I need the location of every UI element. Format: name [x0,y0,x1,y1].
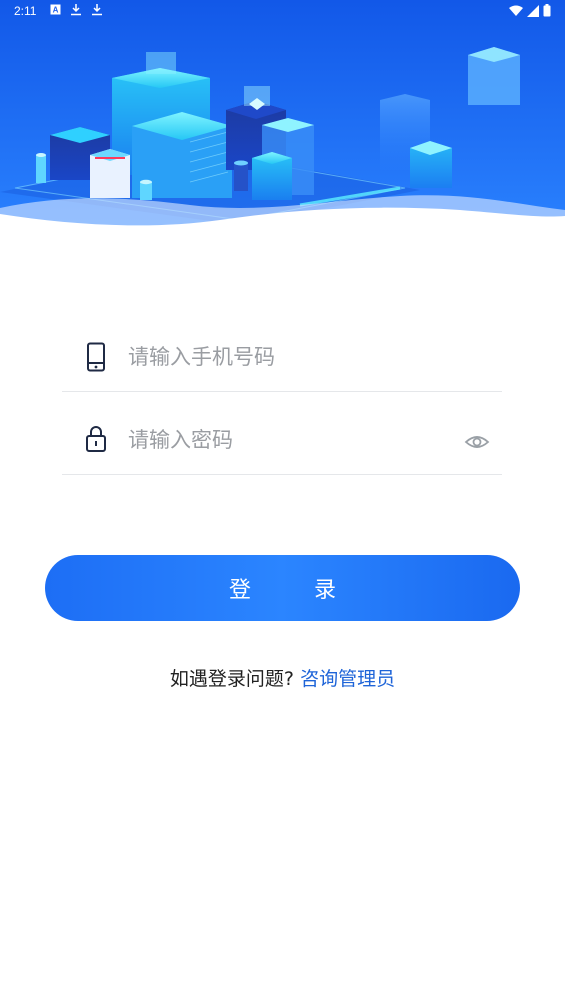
signal-icon [527,4,539,17]
status-bar: 2:11 A [0,0,565,24]
status-notification-icons: A [50,3,103,16]
download-icon [71,4,81,16]
lock-icon [86,426,106,452]
contact-admin-link[interactable]: 咨询管理员 [300,668,395,690]
password-input[interactable] [128,420,458,460]
phone-input[interactable] [128,337,458,377]
status-time: 2:11 [14,4,37,18]
phone-field [62,309,502,392]
login-button[interactable]: 登 录 [45,555,520,621]
help-line: 如遇登录问题? 咨询管理员 [0,664,565,691]
svg-text:A: A [53,6,59,15]
help-text: 如遇登录问题? [169,668,295,690]
password-field [62,392,502,475]
hero-illustration [0,0,565,240]
phone-icon [87,342,105,372]
a-box-icon: A [50,4,61,15]
eye-icon[interactable] [464,432,490,452]
download-icon [92,4,102,16]
wifi-icon [509,5,523,16]
battery-icon [543,4,551,17]
status-system-icons [509,4,551,17]
